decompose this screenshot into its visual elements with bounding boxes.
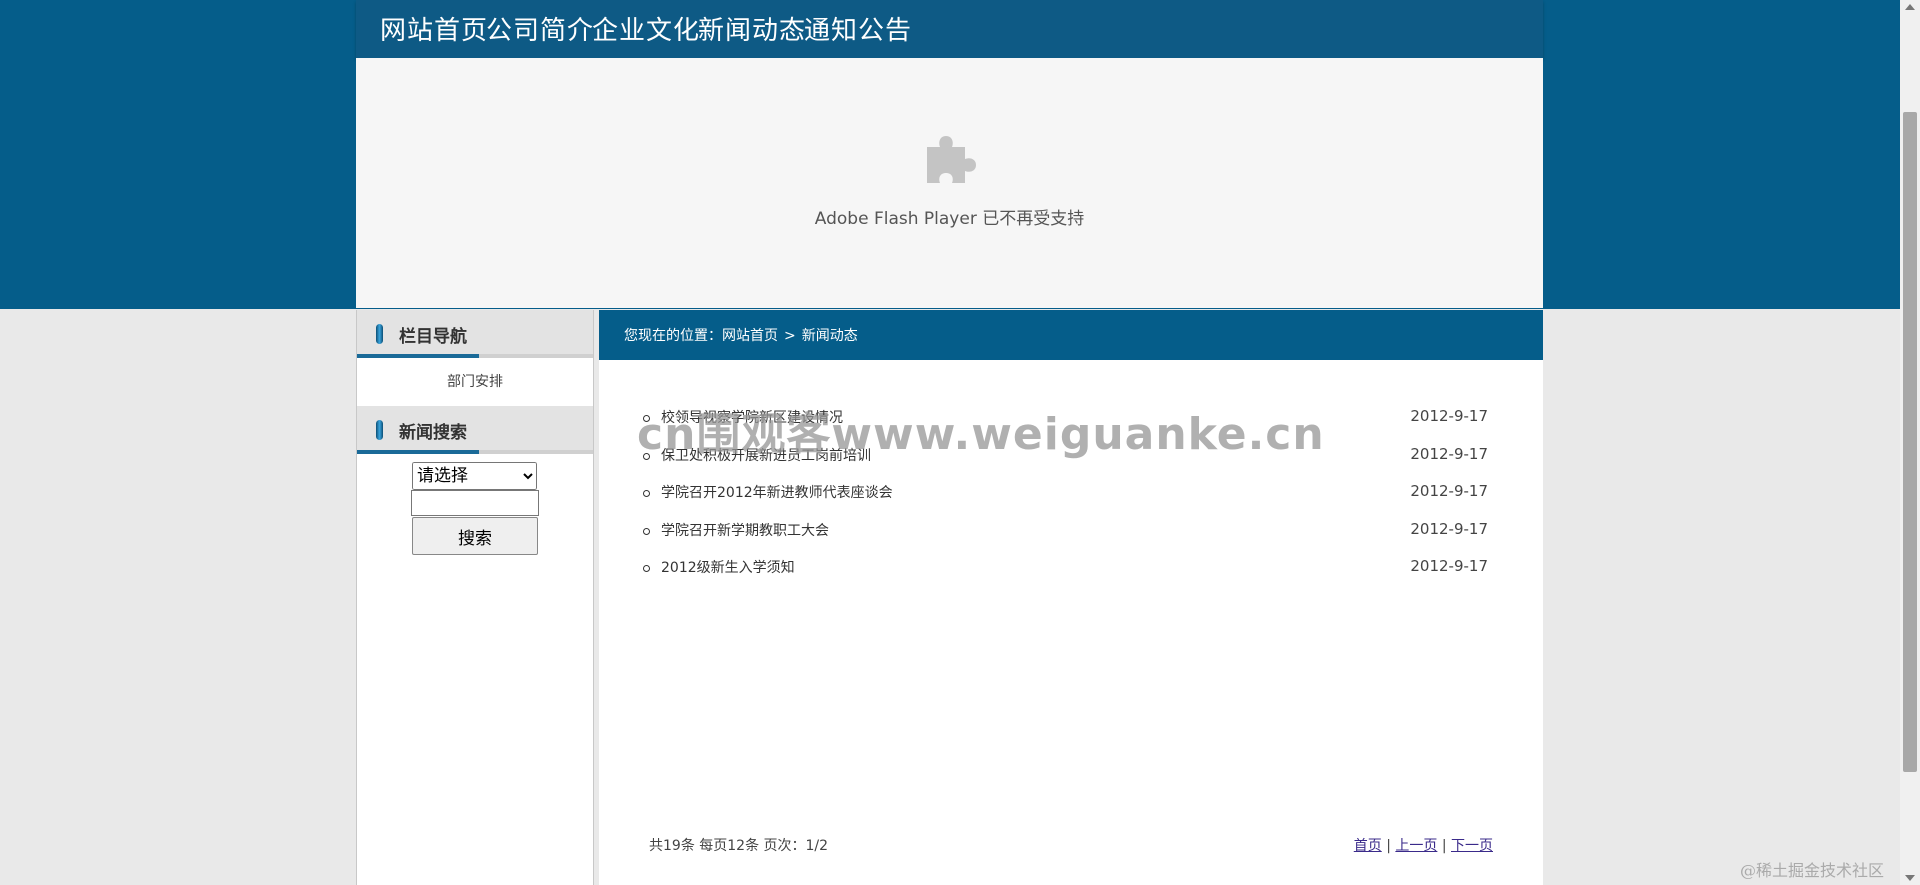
nav-item-notices[interactable]: 通知公告 xyxy=(804,10,912,47)
news-date: 2012-9-17 xyxy=(1410,519,1488,538)
main-content: 您现在的位置：网站首页 > 新闻动态 校领导视察学院新区建设情况 2012-9-17… xyxy=(599,310,1543,885)
breadcrumb-current: 新闻动态 xyxy=(801,328,858,344)
sidebar-nav-header: 栏目导航 xyxy=(357,310,593,358)
nav-item-culture[interactable]: 企业文化 xyxy=(592,10,700,47)
nav-item-home[interactable]: 网站首页 xyxy=(380,10,488,47)
puzzle-icon xyxy=(927,136,976,183)
list-item[interactable]: 学院召开2012年新进教师代表座谈会 2012-9-17 xyxy=(599,480,1543,518)
bullet-icon xyxy=(643,565,650,572)
scrollbar-thumb[interactable] xyxy=(1903,112,1917,772)
sidebar-nav-title: 栏目导航 xyxy=(399,327,467,347)
corner-watermark: @稀土掘金技术社区 xyxy=(1739,861,1884,880)
top-nav: 网站首页 公司简介 企业文化 新闻动态 通知公告 xyxy=(356,0,1543,58)
sidebar-item-department[interactable]: 部门安排 xyxy=(357,358,593,406)
search-category-select[interactable]: 请选择 xyxy=(412,462,537,490)
pager-separator: | xyxy=(1441,838,1447,854)
pager-links: 首页 | 上一页 | 下一页 xyxy=(1354,835,1493,855)
flash-placeholder: Adobe Flash Player 已不再受支持 xyxy=(356,58,1543,308)
pager-first-link[interactable]: 首页 xyxy=(1354,838,1382,854)
news-date: 2012-9-17 xyxy=(1410,482,1488,500)
news-title[interactable]: 2012级新生入学须知 xyxy=(661,557,795,577)
flash-unsupported-message: Adobe Flash Player 已不再受支持 xyxy=(814,209,1085,229)
list-item[interactable]: 学院召开新学期教职工大会 2012-9-17 xyxy=(599,518,1543,556)
breadcrumb-prefix: 您现在的位置： xyxy=(624,328,722,344)
breadcrumb: 您现在的位置：网站首页 > 新闻动态 xyxy=(599,310,1543,360)
pill-icon xyxy=(376,420,383,440)
sidebar-search-header: 新闻搜索 xyxy=(357,406,593,454)
nav-item-news[interactable]: 新闻动态 xyxy=(698,10,806,47)
pager-next-link[interactable]: 下一页 xyxy=(1451,838,1493,854)
page-scrollbar[interactable] xyxy=(1900,0,1920,885)
news-title[interactable]: 学院召开新学期教职工大会 xyxy=(661,520,829,540)
scroll-down-icon[interactable] xyxy=(1905,875,1915,881)
bullet-icon xyxy=(643,527,650,535)
sidebar-search-title: 新闻搜索 xyxy=(399,423,467,443)
news-title[interactable]: 学院召开2012年新进教师代表座谈会 xyxy=(661,482,893,502)
search-input[interactable] xyxy=(411,490,539,516)
watermark: cn围观客www.weiguanke.cn xyxy=(637,409,1325,460)
pill-icon xyxy=(376,324,383,344)
scroll-up-icon[interactable] xyxy=(1905,4,1915,10)
news-date: 2012-9-17 xyxy=(1410,444,1488,463)
breadcrumb-home[interactable]: 网站首页 xyxy=(722,328,778,344)
sidebar: 栏目导航 部门安排 新闻搜索 请选择 搜索 xyxy=(356,310,594,885)
breadcrumb-separator: > xyxy=(784,328,796,344)
news-date: 2012-9-17 xyxy=(1410,407,1488,425)
pager-info: 共19条 每页12条 页次：1/2 xyxy=(649,838,829,854)
search-button[interactable]: 搜索 xyxy=(412,517,538,555)
list-item[interactable]: 2012级新生入学须知 2012-9-17 xyxy=(599,555,1543,593)
news-date: 2012-9-17 xyxy=(1410,557,1488,575)
bullet-icon xyxy=(643,490,650,497)
pager-separator: | xyxy=(1386,838,1391,854)
pager-prev-link[interactable]: 上一页 xyxy=(1395,838,1437,854)
news-search-form: 请选择 搜索 xyxy=(357,454,593,604)
nav-item-about[interactable]: 公司简介 xyxy=(486,10,594,47)
